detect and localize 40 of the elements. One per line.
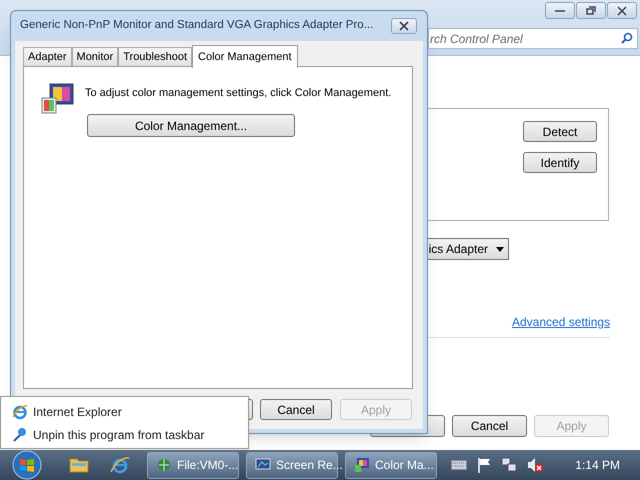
keyboard-icon[interactable] (451, 460, 468, 470)
advanced-settings-link[interactable]: Advanced settings (512, 313, 610, 331)
menu-item[interactable]: Unpin this program from taskbar (1, 423, 248, 446)
close-icon (617, 6, 627, 16)
button[interactable]: Detect (523, 121, 597, 142)
window-title: Generic Non-PnP Monitor and Standard VGA Graphics Adapter Pro... (20, 18, 374, 34)
description-text: To adjust color management settings, click Color Management. (85, 86, 392, 101)
flag-icon[interactable] (477, 457, 492, 473)
close-button[interactable] (391, 18, 417, 34)
pin-icon (12, 426, 28, 442)
muted-volume-icon[interactable] (527, 457, 544, 473)
search-field[interactable]: rch Control Panel (428, 28, 638, 49)
maximize-button[interactable] (576, 2, 606, 19)
taskbar-label: Color Ma... (375, 457, 434, 474)
color-monitor-icon (354, 457, 370, 473)
taskbar-label: File:VM0-... (177, 457, 238, 474)
tab[interactable]: Adapter (23, 47, 72, 67)
close-icon (398, 21, 410, 31)
caret-icon (496, 246, 504, 252)
network-icon[interactable] (501, 457, 518, 473)
taskbar-button[interactable]: File:VM0-... (147, 452, 239, 478)
button[interactable]: Identify (523, 152, 597, 173)
browser-icon[interactable] (110, 456, 130, 474)
minimize-icon (555, 10, 565, 12)
clock[interactable]: 1:14 PM (575, 456, 620, 474)
button[interactable]: Cancel (260, 399, 332, 420)
tab[interactable]: Troubleshoot (118, 47, 192, 67)
button[interactable]: Color Management... (87, 114, 295, 137)
close-button[interactable] (607, 2, 637, 19)
search-icon[interactable] (620, 32, 633, 45)
taskbar-button[interactable]: Color Ma... (345, 452, 437, 478)
menu-item[interactable]: Internet Explorer (1, 400, 248, 423)
restore-icon (586, 6, 596, 15)
tab[interactable]: Color Management (192, 45, 298, 68)
globe-icon (156, 457, 172, 473)
folder-icon[interactable] (69, 457, 89, 473)
tab[interactable]: Monitor (72, 47, 118, 67)
button[interactable]: Cancel (452, 415, 527, 437)
color-monitor-icon (41, 83, 75, 115)
browser-icon (12, 404, 28, 420)
